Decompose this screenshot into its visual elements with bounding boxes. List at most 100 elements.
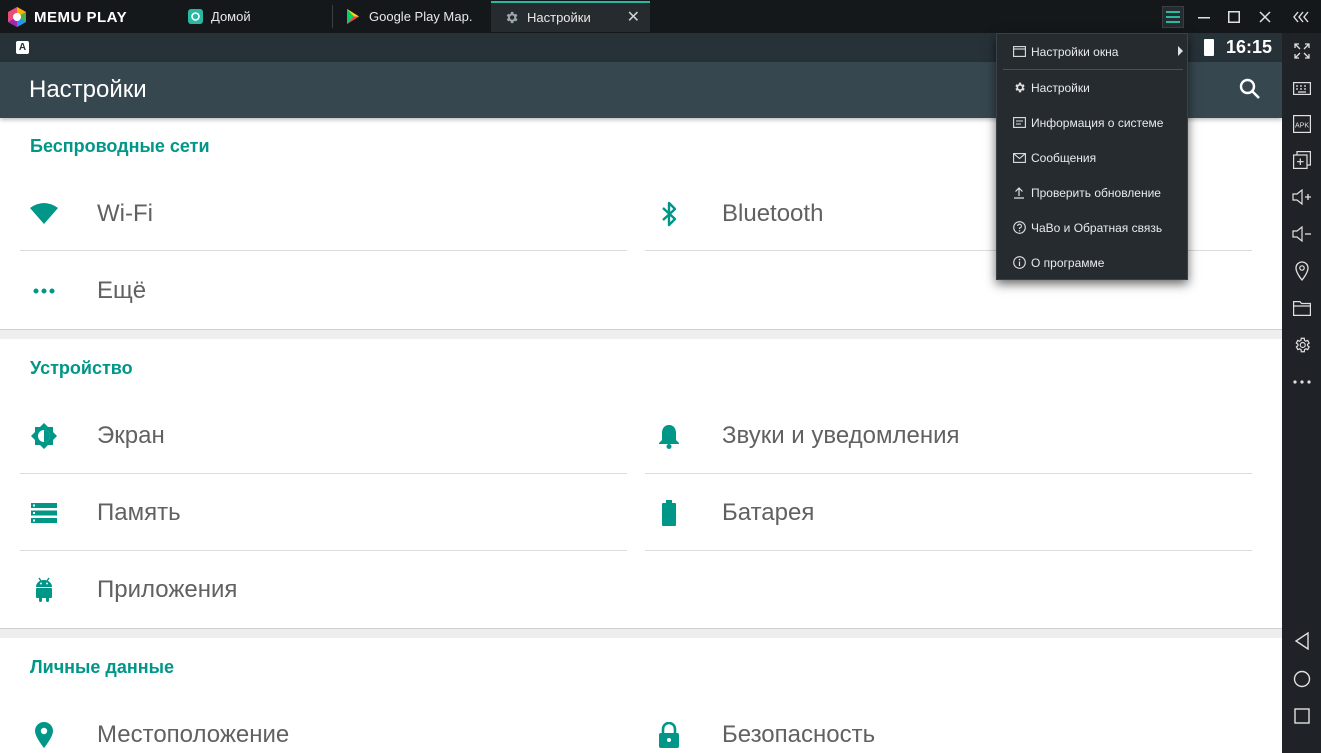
multi-window-icon[interactable]: [1290, 148, 1314, 172]
upload-icon: [1012, 186, 1026, 200]
item-divider: [20, 473, 627, 474]
section-gap: [0, 628, 1282, 638]
page-title: Настройки: [29, 76, 147, 103]
item-divider: [645, 550, 1252, 551]
settings-item-label: Wi-Fi: [97, 200, 153, 227]
main-dropdown-menu: Настройки окна Настройки Информация о си…: [996, 33, 1188, 280]
bell-icon: [655, 422, 683, 450]
folder-icon[interactable]: [1290, 296, 1314, 320]
battery-status-icon: [1204, 39, 1214, 56]
settings-item-apps[interactable]: Приложения: [20, 552, 627, 628]
search-icon[interactable]: [1238, 77, 1264, 103]
location-pin-icon: [30, 721, 58, 749]
menu-item-label: Информация о системе: [1031, 115, 1164, 130]
volume-up-icon[interactable]: [1290, 185, 1314, 209]
item-divider: [20, 550, 627, 551]
brightness-icon: [30, 422, 58, 450]
settings-item-label: Безопасность: [722, 721, 876, 748]
collapse-sidebar-icon[interactable]: [1290, 6, 1312, 28]
settings-item-label: Местоположение: [97, 721, 290, 748]
back-icon[interactable]: [1290, 629, 1314, 653]
lock-icon: [655, 721, 683, 749]
emulator-sidebar: APK: [1282, 33, 1321, 753]
menu-item-system-info[interactable]: Информация о системе: [997, 105, 1187, 140]
tab-label: Google Play Мар.: [369, 9, 473, 24]
window-title-bar: MEMU PLAY Домой Google Play Мар. Настрой…: [0, 0, 1321, 33]
apk-label: APK: [1295, 123, 1309, 130]
settings-item-label: Ещё: [97, 277, 147, 304]
menu-item-label: Сообщения: [1031, 150, 1097, 165]
settings-item-security[interactable]: Безопасность: [645, 697, 1252, 753]
menu-item-check-update[interactable]: Проверить обновление: [997, 175, 1187, 210]
window-icon: [1012, 45, 1026, 59]
tab-google-play[interactable]: Google Play Мар.: [333, 1, 490, 32]
section-title-personal: Личные данные: [30, 657, 174, 677]
play-store-icon: [345, 9, 361, 25]
android-icon: [30, 576, 58, 604]
menu-item-label: Настройки: [1031, 80, 1090, 95]
menu-item-faq[interactable]: ЧаВо и Обратная связь: [997, 210, 1187, 245]
help-icon: [1012, 221, 1026, 235]
memu-logo: MEMU PLAY: [6, 5, 127, 29]
tab-label: Настройки: [527, 10, 591, 25]
menu-item-label: Настройки окна: [1031, 44, 1119, 59]
memu-logo-icon: [8, 7, 26, 27]
menu-item-label: О программе: [1031, 255, 1105, 270]
recents-icon[interactable]: [1290, 704, 1314, 728]
home-icon[interactable]: [1290, 667, 1314, 691]
section-title-device: Устройство: [30, 358, 133, 378]
settings-item-display[interactable]: Экран: [20, 398, 627, 474]
storage-icon: [30, 499, 58, 527]
maximize-icon[interactable]: [1223, 6, 1245, 28]
section-gap: [0, 329, 1282, 339]
menu-item-window-settings[interactable]: Настройки окна: [997, 34, 1187, 69]
item-divider: [645, 473, 1252, 474]
keyboard-badge: A: [16, 41, 29, 54]
apk-icon[interactable]: APK: [1290, 112, 1314, 136]
keyboard-icon[interactable]: [1290, 76, 1314, 100]
settings-item-label: Bluetooth: [722, 200, 824, 227]
tab-label: Домой: [211, 9, 251, 24]
info-card-icon: [1012, 116, 1026, 130]
settings-item-label: Батарея: [722, 499, 815, 526]
gear-icon: [1012, 81, 1026, 95]
about-icon: [1012, 256, 1026, 270]
menu-item-about[interactable]: О программе: [997, 245, 1187, 280]
settings-gear-icon: [503, 10, 519, 26]
more-dots-icon: [30, 277, 58, 305]
tab-close-icon[interactable]: ✕: [627, 10, 640, 26]
settings-icon[interactable]: [1290, 333, 1314, 357]
menu-item-messages[interactable]: Сообщения: [997, 140, 1187, 175]
memu-home-icon: [187, 9, 203, 25]
menu-item-settings[interactable]: Настройки: [997, 70, 1187, 105]
item-divider: [20, 250, 627, 251]
tab-home[interactable]: Домой: [175, 1, 332, 32]
more-icon[interactable]: [1290, 370, 1314, 394]
fullscreen-icon[interactable]: [1290, 39, 1314, 63]
submenu-arrow-icon: [1178, 46, 1183, 56]
settings-item-label: Приложения: [97, 576, 238, 603]
settings-item-location[interactable]: Местоположение: [20, 697, 627, 753]
memu-logo-text: MEMU PLAY: [34, 8, 128, 26]
settings-item-sound[interactable]: Звуки и уведомления: [645, 398, 1252, 474]
settings-item-storage[interactable]: Память: [20, 475, 627, 551]
bluetooth-icon: [655, 200, 683, 228]
location-icon[interactable]: [1290, 259, 1314, 283]
settings-item-label: Память: [97, 499, 181, 526]
menu-item-label: Проверить обновление: [1031, 185, 1161, 200]
settings-item-label: Экран: [97, 422, 165, 449]
mail-icon: [1012, 151, 1026, 165]
close-icon[interactable]: [1254, 6, 1276, 28]
tab-settings[interactable]: Настройки ✕: [491, 1, 650, 32]
minimize-icon[interactable]: [1193, 6, 1215, 28]
menu-icon[interactable]: [1162, 6, 1184, 28]
status-clock: 16:15: [1225, 37, 1272, 57]
menu-item-label: ЧаВо и Обратная связь: [1031, 220, 1163, 235]
settings-item-label: Звуки и уведомления: [722, 422, 960, 449]
section-title-wireless: Беспроводные сети: [30, 136, 210, 156]
settings-item-more[interactable]: Ещё: [20, 253, 627, 329]
battery-icon: [655, 499, 683, 527]
settings-item-wifi[interactable]: Wi-Fi: [20, 176, 627, 252]
volume-down-icon[interactable]: [1290, 222, 1314, 246]
settings-item-battery[interactable]: Батарея: [645, 475, 1252, 551]
